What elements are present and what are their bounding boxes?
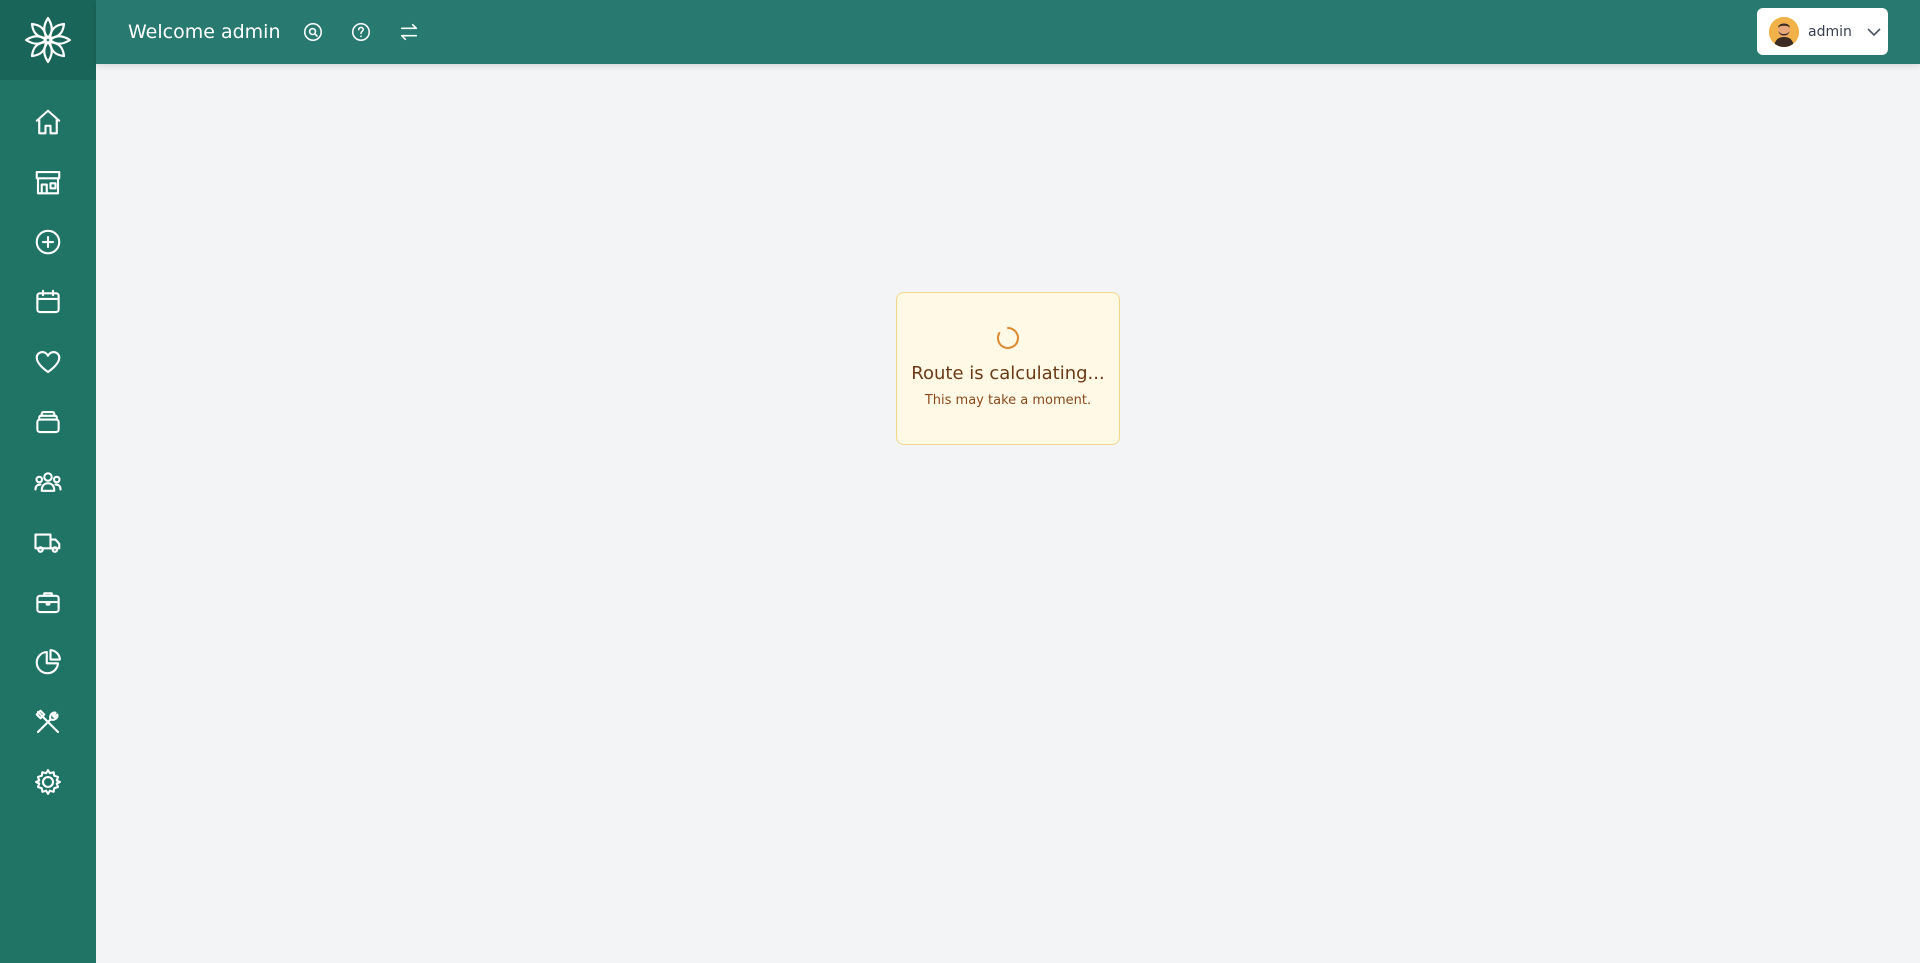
sidebar-item-calendar[interactable] xyxy=(0,272,96,332)
top-bar: Welcome admin admin xyxy=(96,0,1920,64)
sidebar-item-users[interactable] xyxy=(0,452,96,512)
spinner-icon xyxy=(995,325,1021,351)
sidebar xyxy=(0,0,96,963)
welcome-text: Welcome admin xyxy=(128,21,281,43)
user-name: admin xyxy=(1808,23,1852,40)
sidebar-item-layers[interactable] xyxy=(0,392,96,452)
home-icon xyxy=(35,109,61,135)
store-icon xyxy=(35,170,61,195)
sidebar-item-jobs[interactable] xyxy=(0,572,96,632)
loading-subtitle: This may take a moment. xyxy=(924,393,1092,408)
user-menu-button[interactable]: admin xyxy=(1757,8,1888,55)
calendar-icon xyxy=(36,289,60,314)
search-button[interactable] xyxy=(298,17,328,47)
layers-icon xyxy=(36,410,60,434)
pie-chart-icon xyxy=(35,649,61,675)
loading-title: Route is calculating... xyxy=(911,363,1105,384)
sidebar-item-home[interactable] xyxy=(0,92,96,152)
sidebar-item-favorites[interactable] xyxy=(0,332,96,392)
tools-icon xyxy=(35,709,60,734)
sidebar-item-reports[interactable] xyxy=(0,632,96,692)
heart-icon xyxy=(35,350,61,374)
sidebar-item-add[interactable] xyxy=(0,212,96,272)
sidebar-nav xyxy=(0,80,96,812)
flower-logo-icon[interactable] xyxy=(0,0,96,80)
sidebar-item-store[interactable] xyxy=(0,152,96,212)
switch-button[interactable] xyxy=(394,17,424,47)
switch-icon xyxy=(401,23,418,41)
settings-icon xyxy=(35,769,61,795)
avatar xyxy=(1769,16,1799,47)
help-icon xyxy=(352,22,371,42)
route-loading-card: Route is calculating... This may take a … xyxy=(896,292,1120,445)
sidebar-item-tools[interactable] xyxy=(0,692,96,752)
truck-icon xyxy=(34,533,61,553)
briefcase-icon xyxy=(36,592,60,614)
sidebar-item-delivery[interactable] xyxy=(0,512,96,572)
users-icon xyxy=(34,472,62,492)
help-button[interactable] xyxy=(346,17,376,47)
plus-circle-icon xyxy=(35,229,61,255)
chevron-down-icon xyxy=(1866,24,1882,40)
search-icon xyxy=(304,22,323,42)
sidebar-item-settings[interactable] xyxy=(0,752,96,812)
